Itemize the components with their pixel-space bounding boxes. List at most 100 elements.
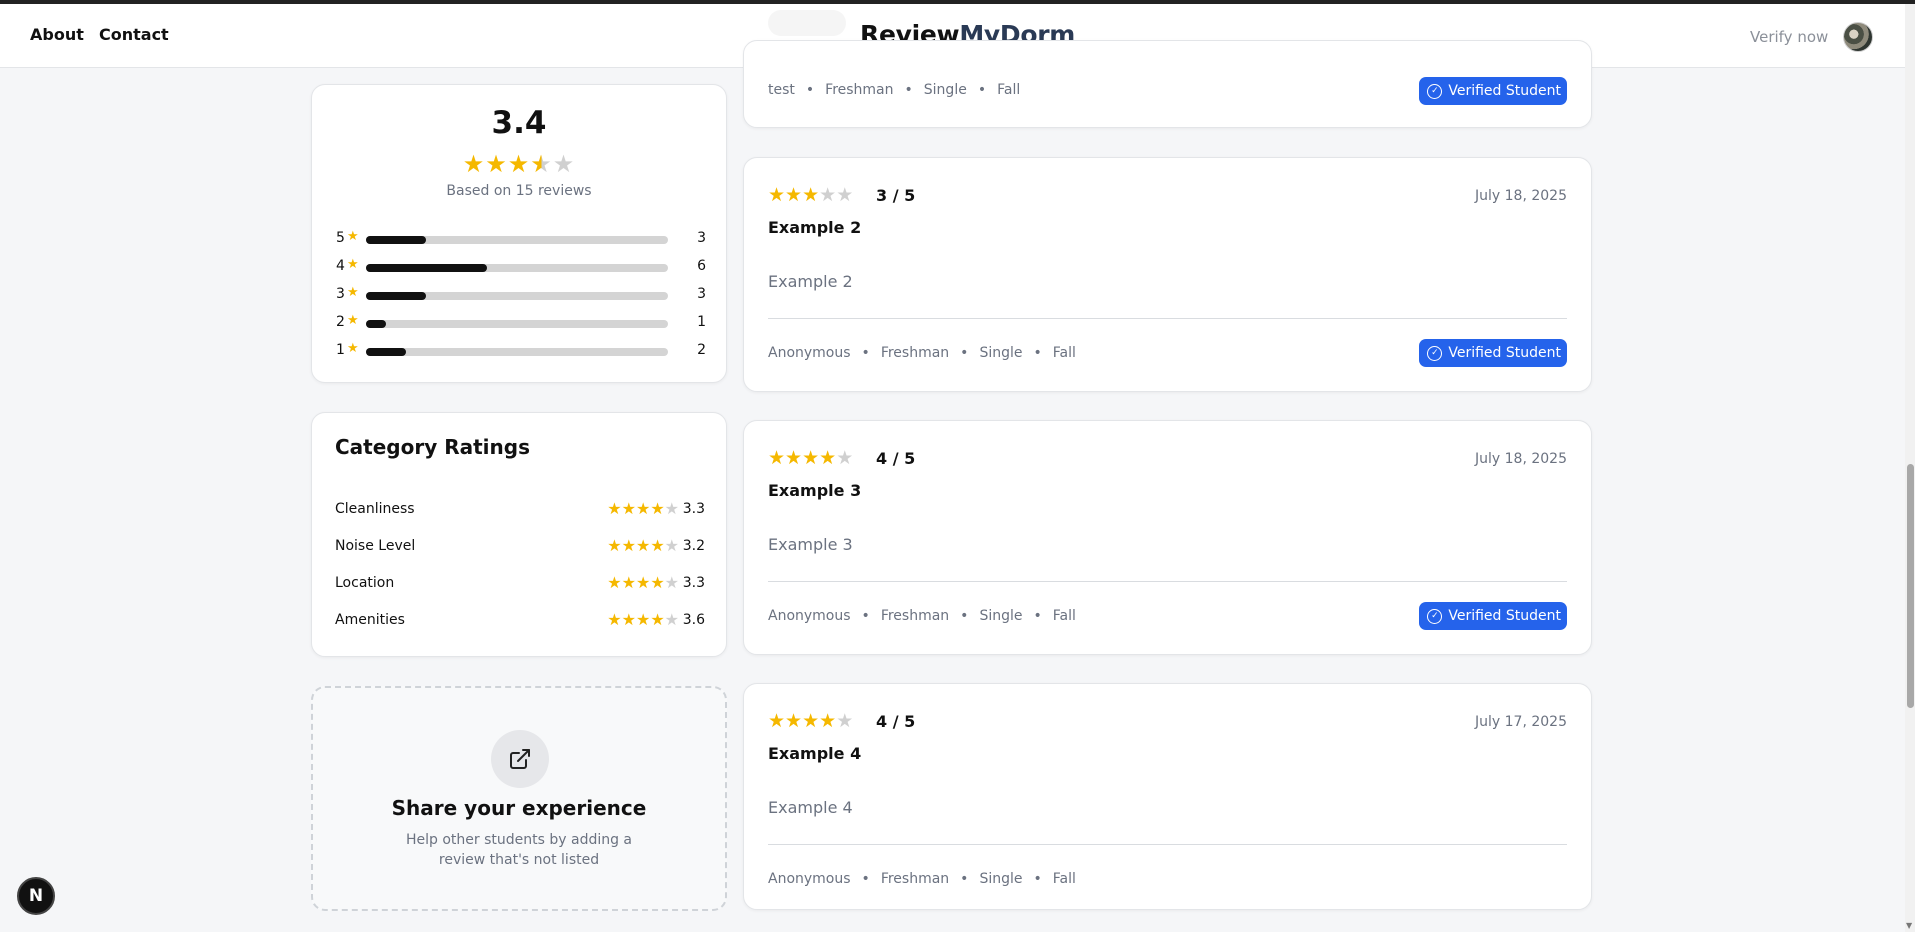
review-count-text: Based on 15 reviews [446, 183, 592, 199]
review-date: July 17, 2025 [1475, 714, 1567, 730]
distribution-count: 3 [697, 286, 706, 302]
distribution-count: 2 [697, 342, 706, 358]
distribution-star-level: 4 [336, 258, 345, 274]
nav-about-link[interactable]: About [30, 25, 84, 44]
category-value: 3.6 [682, 612, 705, 628]
star-icon: ★ [530, 150, 553, 178]
star-icon: ★ [819, 184, 837, 206]
star-icon: ★ [836, 184, 854, 206]
review-score: 3 / 5 [876, 186, 916, 205]
star-icon: ★ [819, 710, 837, 732]
category-value: 3.2 [682, 538, 705, 554]
rating-distribution-row: 4 ★ 6 [336, 257, 706, 275]
category-value: 3.3 [682, 575, 705, 591]
page-scrollbar[interactable]: ▼ [1905, 4, 1915, 932]
star-icon: ★ [347, 285, 359, 300]
average-rating: 3.4 [491, 105, 547, 141]
share-experience-card[interactable]: Share your experience Help other student… [311, 686, 727, 911]
badge-label: Verified Student [1448, 83, 1561, 99]
category-rating-row: Noise Level ★★★★★ 3.2 [335, 536, 705, 556]
star-icon: ★ [785, 447, 803, 469]
badge-label: Verified Student [1448, 608, 1561, 624]
review-stars: ★★★★★ [768, 184, 853, 206]
star-icon: ★ [664, 536, 679, 555]
star-icon: ★ [635, 610, 651, 629]
review-year: Freshman [825, 82, 894, 98]
star-icon: ★ [650, 573, 665, 592]
star-icon: ★ [635, 573, 651, 592]
star-icon: ★ [621, 499, 636, 518]
review-meta: Anonymous • Freshman • Single • Fall [768, 608, 1076, 624]
scrollbar-thumb[interactable] [1907, 464, 1914, 708]
star-icon: ★ [664, 573, 679, 592]
distribution-bar-track [366, 264, 668, 272]
review-year: Freshman [880, 871, 950, 887]
review-author: Anonymous [768, 871, 851, 887]
distribution-bar-fill [366, 292, 427, 300]
star-icon: ★ [836, 710, 854, 732]
review-divider [768, 844, 1567, 845]
rating-distribution-row: 2 ★ 1 [336, 313, 706, 331]
average-stars: ★★★★★ [312, 150, 726, 178]
star-icon: ★ [621, 610, 636, 629]
star-icon: ★ [768, 710, 786, 732]
star-icon: ★ [552, 150, 576, 178]
category-rating-row: Amenities ★★★★★ 3.6 [335, 610, 705, 630]
review-room-type: Single [923, 82, 967, 98]
star-icon: ★ [785, 184, 803, 206]
share-title: Share your experience [391, 796, 647, 820]
category-stars: ★★★★★ [607, 573, 679, 592]
category-label: Amenities [335, 612, 405, 628]
star-icon: ★ [607, 536, 622, 555]
distribution-count: 3 [697, 230, 706, 246]
nextjs-dev-indicator[interactable]: N [17, 877, 55, 915]
distribution-bar-track [366, 236, 668, 244]
review-stars: ★★★★★ [768, 447, 853, 469]
star-icon: ★ [462, 150, 486, 178]
star-icon: ★ [635, 536, 651, 555]
star-icon: ★ [802, 710, 820, 732]
distribution-star-level: 1 [336, 342, 345, 358]
review-term: Fall [1052, 871, 1076, 887]
user-avatar[interactable] [1843, 22, 1873, 52]
star-icon: ★ [347, 313, 359, 328]
category-label: Cleanliness [335, 501, 415, 517]
verified-student-badge: ✓ Verified Student [1419, 77, 1567, 105]
check-circle-icon: ✓ [1427, 608, 1443, 624]
review-author: Anonymous [768, 345, 851, 361]
verified-student-badge: ✓ Verified Student [1419, 339, 1567, 367]
distribution-bar-fill [366, 236, 427, 244]
category-stars: ★★★★★ [607, 499, 679, 518]
star-icon: ★ [802, 447, 820, 469]
review-term: Fall [1052, 345, 1076, 361]
star-icon: ★ [785, 710, 803, 732]
category-label: Location [335, 575, 395, 591]
distribution-star-level: 5 [336, 230, 345, 246]
star-icon: ★ [621, 573, 636, 592]
category-stars: ★★★★★ [607, 536, 679, 555]
category-ratings-card: Category Ratings Cleanliness ★★★★★ 3.3 Nois… [311, 412, 727, 657]
review-year: Freshman [880, 345, 950, 361]
star-icon: ★ [607, 573, 622, 592]
distribution-bar-track [366, 348, 668, 356]
review-card: ★★★★★ 4 / 5 July 18, 2025 Example 3 Example … [743, 420, 1592, 655]
review-title: Example 3 [768, 481, 862, 500]
scroll-down-arrow-icon[interactable]: ▼ [1906, 921, 1912, 930]
review-body: Example 4 [768, 798, 853, 817]
star-icon: ★ [664, 610, 679, 629]
share-description: Help other students by adding a review t… [405, 832, 633, 868]
star-icon: ★ [650, 499, 665, 518]
category-stars: ★★★★★ [607, 610, 679, 629]
distribution-star-level: 2 [336, 314, 345, 330]
review-meta: Anonymous • Freshman • Single • Fall [768, 871, 1076, 887]
star-icon: ★ [347, 257, 359, 272]
star-icon: ★ [485, 150, 508, 178]
nav-contact-link[interactable]: Contact [99, 25, 169, 44]
review-card: ★★★★★ 4 / 5 July 17, 2025 Example 4 Example … [743, 683, 1592, 910]
star-icon: ★ [768, 447, 786, 469]
verify-now-link[interactable]: Verify now [1750, 28, 1828, 46]
review-body: Example 2 [768, 272, 853, 291]
review-body: Example 3 [768, 535, 853, 554]
rating-distribution-row: 3 ★ 3 [336, 285, 706, 303]
distribution-count: 6 [697, 258, 706, 274]
